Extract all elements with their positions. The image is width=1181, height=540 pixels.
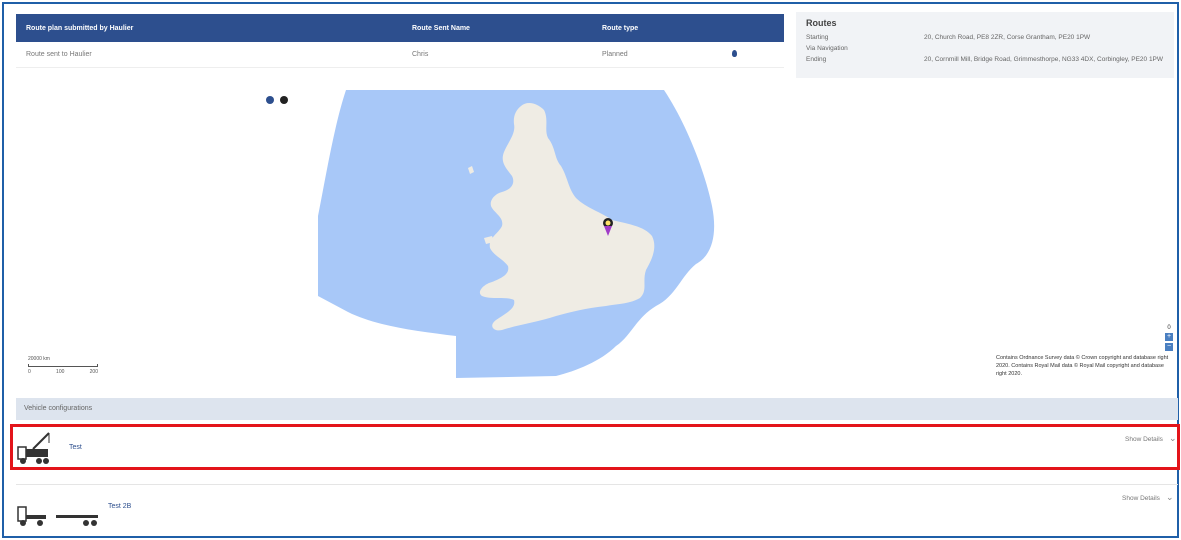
show-details-link[interactable]: Show Details (1125, 436, 1163, 443)
header-route-sent-name: Route Sent Name (412, 24, 470, 32)
map-attribution: Contains Ordnance Survey data © Crown co… (996, 355, 1169, 377)
header-route-type: Route type (602, 24, 639, 32)
cell-actions (732, 50, 784, 59)
routes-panel: Routes Starting 20, Church Road, PE8 2ZR… (796, 12, 1174, 78)
scale-label: 20000 km (28, 356, 50, 362)
truck-trailer-icon (17, 506, 98, 526)
show-details-link[interactable]: Show Details (1122, 495, 1160, 502)
crane-truck-icon (17, 432, 50, 464)
map-pin-icon[interactable] (732, 50, 737, 57)
zoom-in-button[interactable]: + (1165, 333, 1173, 341)
routes-row-starting: Starting 20, Church Road, PE8 2ZR, Corse… (806, 33, 1164, 42)
route-map[interactable]: 20000 km 0 100 200 0 + − Contains Ordnan… (16, 86, 1178, 378)
routes-row-ending: Ending 20, Cornmill Mill, Bridge Road, G… (806, 55, 1164, 64)
route-table: Route plan submitted by Haulier Route Se… (16, 14, 784, 68)
scale-tick: 0 (28, 369, 31, 375)
scale-ticks: 0 100 200 (28, 369, 98, 375)
map-scalebar: 20000 km 0 100 200 (28, 356, 98, 375)
vehicle-config-row[interactable]: Test 2B Show Details ⌄ (16, 484, 1178, 538)
routes-value (924, 44, 1164, 53)
route-start-marker-inner (605, 220, 611, 226)
layers-icon[interactable] (280, 96, 288, 104)
routes-value: 20, Church Road, PE8 2ZR, Corse Grantham… (924, 34, 1091, 41)
vehicle-name[interactable]: Test (69, 444, 82, 451)
scale-tick: 100 (56, 369, 65, 375)
routes-label: Via Navigation (806, 45, 848, 52)
table-row[interactable]: Route sent to Haulier Chris Planned (16, 42, 784, 68)
scale-tick: 200 (89, 369, 98, 375)
routes-row-via: Via Navigation (806, 44, 1164, 53)
routes-value: 20, Cornmill Mill, Bridge Road, Grimmest… (924, 56, 1164, 63)
map-canvas[interactable] (16, 86, 1178, 378)
scale-bar-line (28, 364, 98, 367)
vehicle-config-row[interactable]: Test Show Details ⌄ (10, 424, 1180, 470)
cell-sent-name: Chris (412, 51, 429, 58)
routes-label: Ending (806, 56, 827, 63)
chevron-down-icon[interactable]: ⌄ (1169, 433, 1177, 444)
cell-route-plan: Route sent to Haulier (26, 51, 92, 58)
route-table-header: Route plan submitted by Haulier Route Se… (16, 14, 784, 42)
vehicle-name[interactable]: Test 2B (108, 503, 131, 510)
vehicle-configurations-header: Vehicle configurations (16, 398, 1178, 420)
zoom-level: 0 (1167, 325, 1171, 331)
chevron-down-icon[interactable]: ⌄ (1166, 492, 1174, 503)
routes-title: Routes (806, 18, 837, 28)
locate-icon[interactable] (266, 96, 274, 104)
header-route-plan: Route plan submitted by Haulier (26, 24, 134, 32)
cell-route-type: Planned (602, 51, 628, 58)
routes-label: Starting (806, 34, 829, 41)
zoom-control: 0 + − (1165, 325, 1173, 353)
zoom-out-button[interactable]: − (1165, 343, 1173, 351)
